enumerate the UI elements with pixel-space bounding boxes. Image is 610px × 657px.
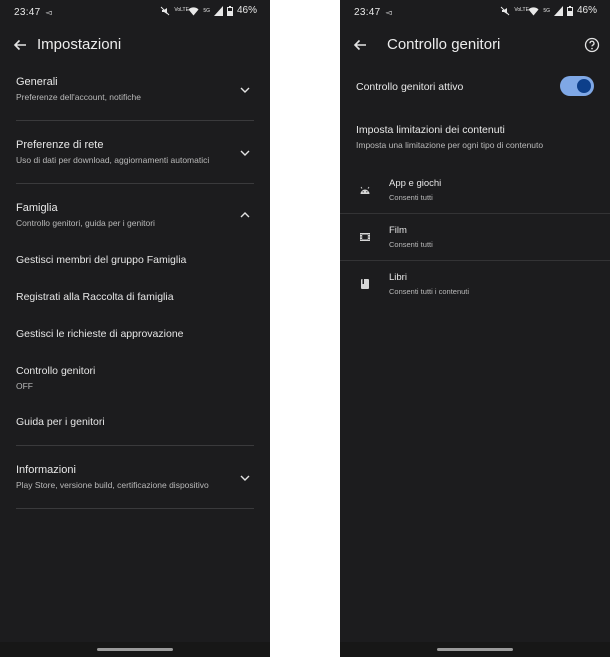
section-subtitle: Uso di dati per download, aggiornamenti …	[16, 155, 210, 165]
family-item-parental-controls[interactable]: Controllo genitori OFF	[16, 365, 95, 391]
home-handle[interactable]	[97, 648, 173, 651]
divider	[16, 508, 254, 509]
section-title: Famiglia	[16, 202, 58, 214]
section-subtitle: Preferenze dell'account, notifiche	[16, 92, 141, 102]
chevron-down-icon	[240, 150, 250, 156]
chevron-up-icon	[240, 212, 250, 218]
app-bar: Controllo genitori	[340, 26, 610, 64]
divider	[16, 183, 254, 184]
item-subtitle: Consenti tutti	[389, 240, 433, 249]
battery-icon	[226, 5, 233, 16]
signal-icon	[553, 5, 563, 16]
help-icon[interactable]	[584, 37, 600, 53]
item-title: App e giochi	[389, 178, 442, 189]
status-time: 23:47 ◅	[354, 7, 392, 18]
content-item-books[interactable]: Libri Consenti tutti i contenuti	[340, 261, 610, 307]
mute-icon	[160, 6, 170, 15]
item-label: Controllo genitori	[16, 365, 96, 377]
back-arrow-icon[interactable]	[352, 37, 368, 53]
film-icon	[360, 233, 370, 241]
content-item-film[interactable]: Film Consenti tutti	[340, 214, 610, 260]
family-item-parent-guide[interactable]: Guida per i genitori	[16, 416, 105, 428]
item-label: Gestisci membri del gruppo Famiglia	[16, 254, 187, 266]
chevron-down-icon	[240, 475, 250, 481]
item-title: Libri	[389, 272, 407, 283]
item-label: Registrati alla Raccolta di famiglia	[16, 291, 174, 303]
back-arrow-icon[interactable]	[12, 37, 28, 53]
home-handle[interactable]	[437, 648, 513, 651]
parental-controls-toggle[interactable]	[560, 76, 594, 96]
status-icons: VoLTE 5G 46%	[500, 5, 597, 16]
network-type: 5G	[543, 7, 550, 14]
item-label: Guida per i genitori	[16, 416, 105, 428]
section-preferenze-rete[interactable]: Preferenze di rete Uso di dati per downl…	[16, 139, 254, 173]
family-item-approval-requests[interactable]: Gestisci le richieste di approvazione	[16, 328, 184, 340]
section-subtitle: Play Store, versione build, certificazio…	[16, 480, 209, 490]
section-title: Preferenze di rete	[16, 139, 104, 151]
book-icon	[361, 279, 369, 289]
chevron-down-icon	[240, 87, 250, 93]
navigation-icon: ◅	[385, 8, 393, 17]
navigation-icon: ◅	[45, 8, 53, 17]
page-title: Controllo genitori	[387, 36, 501, 53]
page-title: Impostazioni	[37, 36, 122, 53]
divider	[16, 445, 254, 446]
section-famiglia[interactable]: Famiglia Controllo genitori, guida per i…	[16, 202, 254, 236]
content-item-apps-games[interactable]: App e giochi Consenti tutti	[340, 167, 610, 213]
item-title: Film	[389, 225, 407, 236]
gesture-nav-bar	[340, 642, 610, 657]
status-bar: 23:47 ◅ VoLTE 5G 46%	[0, 0, 270, 24]
item-label: Gestisci le richieste di approvazione	[16, 328, 184, 340]
signal-icon	[213, 5, 223, 16]
family-item-manage-members[interactable]: Gestisci membri del gruppo Famiglia	[16, 254, 186, 266]
toggle-knob	[577, 79, 591, 93]
parental-controls-screen: 23:47 ◅ VoLTE 5G 46% Controllo genitori …	[340, 0, 610, 657]
status-time-text: 23:47	[14, 7, 41, 18]
section-informazioni[interactable]: Informazioni Play Store, versione build,…	[16, 464, 254, 498]
volte-icon: VoLTE	[514, 7, 529, 13]
family-item-family-library[interactable]: Registrati alla Raccolta di famiglia	[16, 291, 174, 303]
item-subtitle: Consenti tutti	[389, 193, 433, 202]
section-title: Generali	[16, 76, 58, 88]
status-time-text: 23:47	[354, 7, 381, 18]
gesture-nav-bar	[0, 642, 270, 657]
section-generali[interactable]: Generali Preferenze dell'account, notifi…	[16, 76, 254, 110]
status-time: 23:47 ◅	[14, 7, 52, 18]
mute-icon	[500, 6, 510, 15]
app-bar: Impostazioni	[0, 26, 270, 64]
battery-percent: 46%	[576, 5, 597, 16]
battery-percent: 46%	[236, 5, 257, 16]
wifi-icon	[528, 6, 539, 15]
status-bar: 23:47 ◅ VoLTE 5G 46%	[340, 0, 610, 24]
network-type: 5G	[203, 7, 210, 14]
item-subtitle: Consenti tutti i contenuti	[389, 287, 470, 296]
restrictions-title: Imposta limitazioni dei contenuti	[356, 124, 505, 136]
volte-icon: VoLTE	[174, 7, 189, 13]
section-subtitle: Controllo genitori, guida per i genitori	[16, 218, 155, 228]
battery-icon	[566, 5, 573, 16]
android-icon	[360, 186, 370, 194]
wifi-icon	[188, 6, 199, 15]
section-title: Informazioni	[16, 464, 76, 476]
parental-controls-toggle-label: Controllo genitori attivo	[356, 81, 464, 93]
settings-screen: 23:47 ◅ VoLTE 5G 46% Impostazioni Genera…	[0, 0, 270, 657]
divider	[16, 120, 254, 121]
parental-controls-status: OFF	[16, 381, 33, 391]
restrictions-subtitle: Imposta una limitazione per ogni tipo di…	[356, 140, 544, 150]
status-icons: VoLTE 5G 46%	[160, 5, 257, 16]
